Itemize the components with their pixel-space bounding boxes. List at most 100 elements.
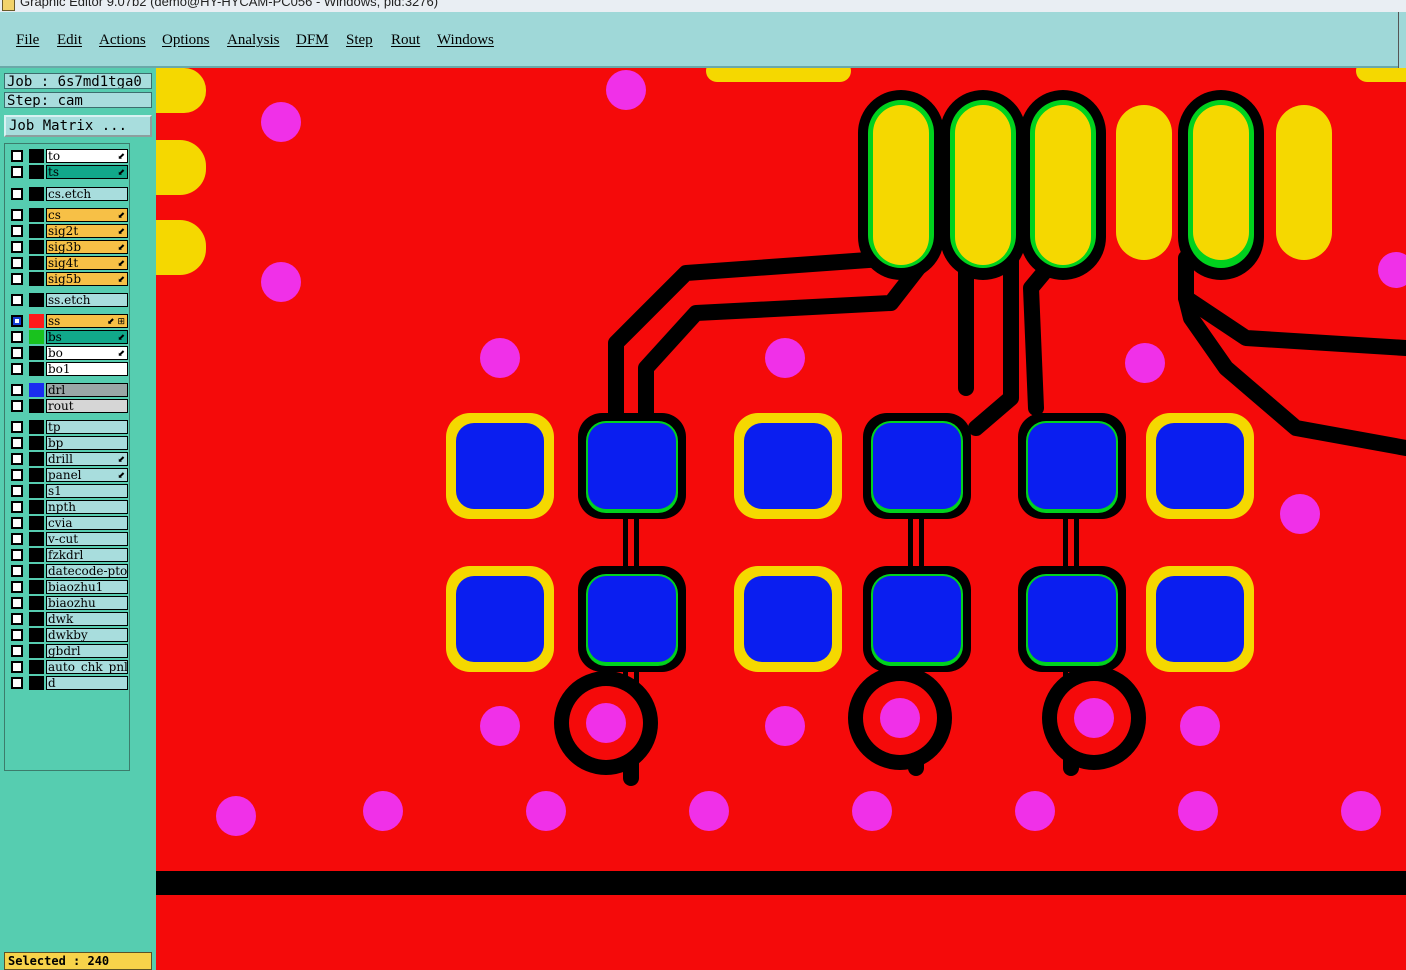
layer-row-panel[interactable]: panel ⬋ (9, 468, 129, 482)
layer-checkbox[interactable] (11, 225, 23, 237)
layer-row-datecode-pto[interactable]: datecode-pto (9, 564, 129, 578)
layer-row-bo[interactable]: bo ⬋ (9, 346, 129, 360)
layer-color-swatch[interactable] (29, 293, 44, 307)
layer-name[interactable]: d (46, 676, 128, 690)
layer-checkbox[interactable] (11, 533, 23, 545)
layer-row-d[interactable]: d (9, 676, 129, 690)
layer-color-swatch[interactable] (29, 208, 44, 222)
layer-checkbox[interactable] (11, 677, 23, 689)
layer-name[interactable]: fzkdrl (46, 548, 128, 562)
layer-row-biaozhu1[interactable]: biaozhu1 (9, 580, 129, 594)
layer-checkbox[interactable] (11, 315, 23, 327)
layer-row-cs[interactable]: cs ⬋ (9, 208, 129, 222)
layer-color-swatch[interactable] (29, 612, 44, 626)
layer-name[interactable]: s1 (46, 484, 128, 498)
layer-checkbox[interactable] (11, 645, 23, 657)
layer-checkbox[interactable] (11, 437, 23, 449)
layer-color-swatch[interactable] (29, 224, 44, 238)
menu-dfm[interactable]: DFM (296, 32, 329, 49)
layer-row-bs[interactable]: bs ⬋ (9, 330, 129, 344)
layer-checkbox[interactable] (11, 331, 23, 343)
layer-checkbox[interactable] (11, 629, 23, 641)
layer-name[interactable]: auto_chk_pnl (46, 660, 128, 674)
layer-checkbox[interactable] (11, 150, 23, 162)
layer-row-v-cut[interactable]: v-cut (9, 532, 129, 546)
layer-color-swatch[interactable] (29, 240, 44, 254)
layer-color-swatch[interactable] (29, 436, 44, 450)
layer-color-swatch[interactable] (29, 516, 44, 530)
layer-color-swatch[interactable] (29, 383, 44, 397)
layer-color-swatch[interactable] (29, 484, 44, 498)
layer-color-swatch[interactable] (29, 468, 44, 482)
layer-checkbox[interactable] (11, 565, 23, 577)
layer-name[interactable]: sig5b ⬋ (46, 272, 128, 286)
layer-name[interactable]: drl (46, 383, 128, 397)
layer-checkbox[interactable] (11, 613, 23, 625)
layer-name[interactable]: sig2t ⬋ (46, 224, 128, 238)
layer-checkbox[interactable] (11, 188, 23, 200)
layer-name[interactable]: npth (46, 500, 128, 514)
layer-row-cvia[interactable]: cvia (9, 516, 129, 530)
layer-checkbox[interactable] (11, 485, 23, 497)
layer-checkbox[interactable] (11, 166, 23, 178)
menu-analysis[interactable]: Analysis (227, 32, 280, 49)
layer-name[interactable]: cs.etch (46, 187, 128, 201)
layer-name[interactable]: tp (46, 420, 128, 434)
layer-checkbox[interactable] (11, 347, 23, 359)
layer-color-swatch[interactable] (29, 187, 44, 201)
layer-row-bo1[interactable]: bo1 (9, 362, 129, 376)
layer-color-swatch[interactable] (29, 532, 44, 546)
layer-checkbox[interactable] (11, 294, 23, 306)
layer-name[interactable]: biaozhu (46, 596, 128, 610)
layer-color-swatch[interactable] (29, 330, 44, 344)
layer-name[interactable]: v-cut (46, 532, 128, 546)
layer-row-ts[interactable]: ts ⬋ (9, 165, 129, 179)
pcb-view[interactable] (156, 68, 1406, 970)
layer-name[interactable]: dwkby (46, 628, 128, 642)
layer-row-rout[interactable]: rout (9, 399, 129, 413)
layer-checkbox[interactable] (11, 501, 23, 513)
graphic-canvas[interactable] (156, 68, 1406, 970)
layer-name[interactable]: panel ⬋ (46, 468, 128, 482)
layer-name[interactable]: dwk (46, 612, 128, 626)
menu-options[interactable]: Options (162, 32, 210, 49)
menu-edit[interactable]: Edit (57, 32, 82, 49)
layer-row-cs-etch[interactable]: cs.etch (9, 187, 129, 201)
layer-color-swatch[interactable] (29, 420, 44, 434)
layer-row-ss[interactable]: ss ⬋ ⊞ (9, 314, 129, 328)
job-matrix-button[interactable]: Job Matrix ... (4, 115, 152, 137)
layer-name[interactable]: bs ⬋ (46, 330, 128, 344)
layer-row-sig3b[interactable]: sig3b ⬋ (9, 240, 129, 254)
layer-name[interactable]: datecode-pto (46, 564, 128, 578)
layer-row-dwkby[interactable]: dwkby (9, 628, 129, 642)
layer-checkbox[interactable] (11, 597, 23, 609)
layer-color-swatch[interactable] (29, 149, 44, 163)
menu-file[interactable]: File (16, 32, 39, 49)
layer-color-swatch[interactable] (29, 548, 44, 562)
layer-color-swatch[interactable] (29, 314, 44, 328)
layer-row-drill[interactable]: drill ⬋ (9, 452, 129, 466)
layer-row-s1[interactable]: s1 (9, 484, 129, 498)
layer-color-swatch[interactable] (29, 564, 44, 578)
layer-name[interactable]: ss ⬋ ⊞ (46, 314, 128, 328)
layer-color-swatch[interactable] (29, 346, 44, 360)
layer-color-swatch[interactable] (29, 580, 44, 594)
layer-checkbox[interactable] (11, 363, 23, 375)
layer-row-dwk[interactable]: dwk (9, 612, 129, 626)
layer-name[interactable]: cs ⬋ (46, 208, 128, 222)
menu-windows[interactable]: Windows (437, 32, 494, 49)
layer-checkbox[interactable] (11, 384, 23, 396)
layer-color-swatch[interactable] (29, 676, 44, 690)
layer-checkbox[interactable] (11, 581, 23, 593)
layer-color-swatch[interactable] (29, 628, 44, 642)
layer-name[interactable]: bp (46, 436, 128, 450)
layer-checkbox[interactable] (11, 209, 23, 221)
layer-row-sig5b[interactable]: sig5b ⬋ (9, 272, 129, 286)
layer-color-swatch[interactable] (29, 256, 44, 270)
layer-color-swatch[interactable] (29, 452, 44, 466)
layer-checkbox[interactable] (11, 661, 23, 673)
layer-row-fzkdrl[interactable]: fzkdrl (9, 548, 129, 562)
menu-rout[interactable]: Rout (391, 32, 420, 49)
layer-color-swatch[interactable] (29, 272, 44, 286)
layer-row-sig4t[interactable]: sig4t ⬋ (9, 256, 129, 270)
